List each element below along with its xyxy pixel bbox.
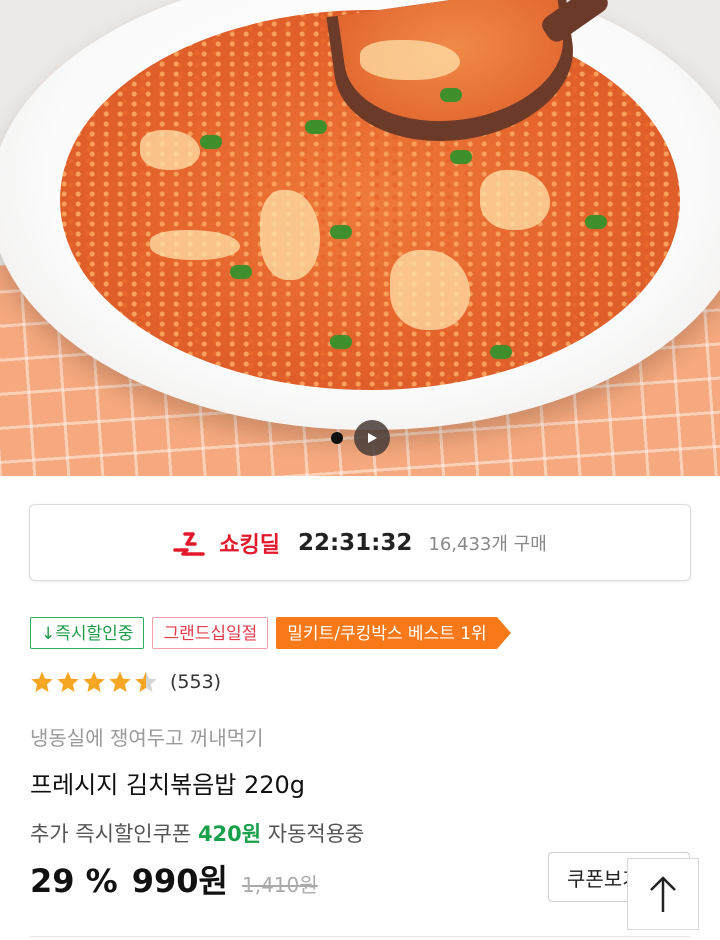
star-half-icon: [135, 671, 157, 692]
star-full-icon: [31, 671, 53, 692]
pea: [305, 120, 327, 134]
shocking-deal-bar[interactable]: 쇼킹딜 22:31:32 16,433개 구매: [29, 504, 691, 581]
pea: [230, 265, 252, 279]
sale-price: 990원: [131, 862, 228, 900]
star-full-icon: [57, 671, 79, 692]
grand-event-badge: 그랜드십일절: [152, 617, 269, 649]
best-rank-badge[interactable]: 밀키트/쿠킹박스 베스트 1위: [276, 617, 512, 649]
original-price: 1,410원: [241, 873, 318, 897]
coupon-prefix: 추가 즉시할인쿠폰: [30, 822, 192, 846]
discount-rate: 29 %: [30, 862, 118, 900]
carousel-dot-icon[interactable]: [331, 432, 343, 444]
pea: [330, 225, 352, 239]
product-image[interactable]: [0, 0, 720, 476]
review-count: (553): [170, 671, 222, 693]
pea: [440, 88, 462, 102]
coupon-suffix: 자동적용중: [267, 822, 365, 846]
coupon-info: 추가 즉시할인쿠폰 420원 자동적용중: [30, 818, 364, 848]
purchase-count: 16,433개 구매: [428, 533, 547, 555]
play-button[interactable]: [354, 420, 390, 456]
pea: [490, 345, 512, 359]
coupon-amount: 420원: [197, 822, 262, 846]
shocking-deal-logo-icon: [173, 531, 205, 556]
arrow-up-icon: [650, 876, 676, 912]
deal-title: 쇼킹딜: [219, 532, 280, 558]
deal-timer: 22:31:32: [297, 529, 413, 556]
scroll-top-button[interactable]: [627, 858, 699, 930]
badge-row: ↓즉시할인중 그랜드십일절 밀키트/쿠킹박스 베스트 1위: [30, 617, 512, 651]
rating[interactable]: (553): [30, 670, 221, 694]
kimchi-piece: [360, 40, 460, 80]
pea: [585, 215, 607, 229]
play-icon: [368, 433, 377, 443]
divider: [30, 936, 690, 937]
star-rating: [30, 670, 158, 694]
kimchi-piece: [150, 230, 240, 260]
kimchi-piece: [140, 130, 200, 170]
instant-discount-badge: ↓즉시할인중: [30, 617, 145, 649]
product-title: 프레시지 김치볶음밥 220g: [30, 771, 306, 799]
pea: [330, 335, 352, 349]
star-full-icon: [109, 671, 131, 692]
pea: [450, 150, 472, 164]
star-full-icon: [83, 671, 105, 692]
product-subtitle: 냉동실에 쟁여두고 꺼내먹기: [30, 726, 264, 750]
price-row: 29 % 990원 1,410원: [30, 856, 318, 902]
pea: [200, 135, 222, 149]
